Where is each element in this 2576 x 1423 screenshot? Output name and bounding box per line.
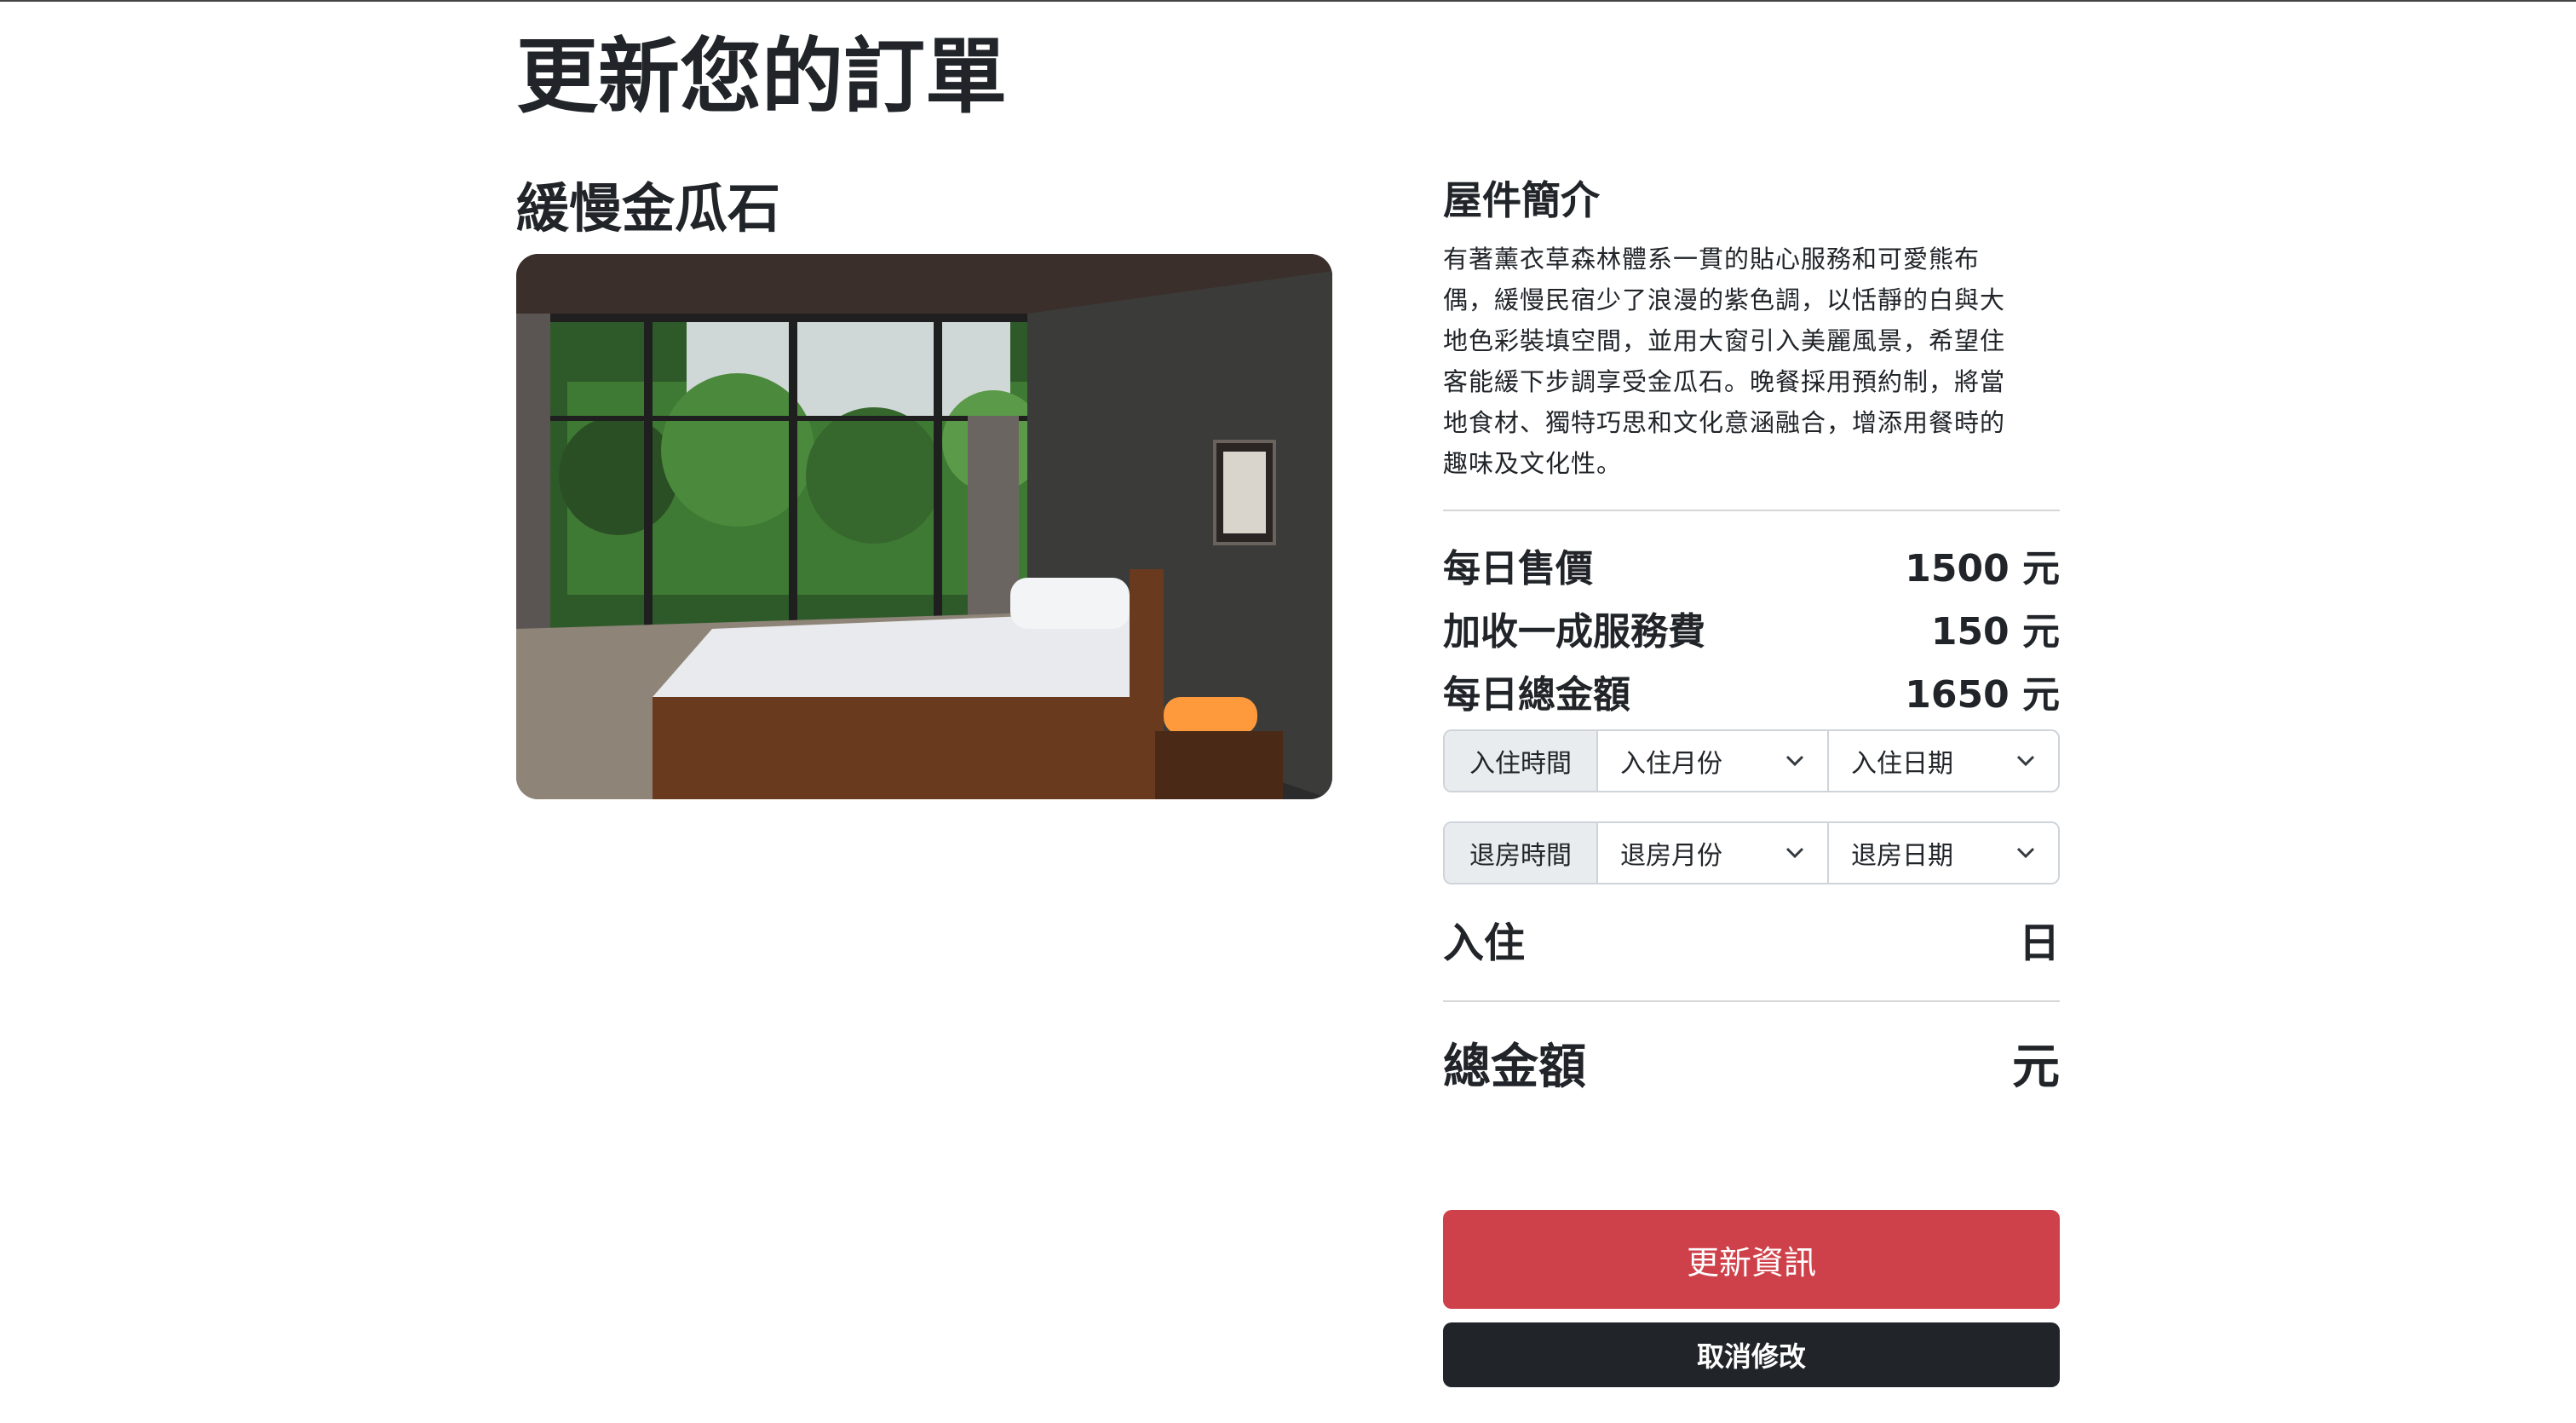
daily-price-label: 每日售價 <box>1443 547 1593 591</box>
chevron-down-icon <box>2015 846 2036 860</box>
checkout-day-select[interactable]: 退房日期 <box>1827 823 2058 883</box>
room-photo <box>516 254 1332 799</box>
chevron-down-icon <box>2015 754 2036 768</box>
checkout-day-value: 退房日期 <box>1851 841 1953 871</box>
intro-title: 屋件簡介 <box>1443 177 1600 223</box>
checkin-input-group: 入住時間 入住月份 入住日期 <box>1443 729 2060 792</box>
chevron-down-icon <box>1785 846 1805 860</box>
daily-total-value: 1650 元 <box>1905 673 2060 717</box>
daily-total-row: 每日總金額 1650 元 <box>1443 661 2060 721</box>
checkin-month-select[interactable]: 入住月份 <box>1598 731 1827 791</box>
service-fee-row: 加收一成服務費 150 元 <box>1443 598 2060 658</box>
checkin-label: 入住時間 <box>1445 731 1598 791</box>
total-unit: 元 <box>2012 1039 2060 1095</box>
intro-line: 地色彩裝填空間，並用大窗引入美麗風景，希望住 <box>1443 326 2006 355</box>
intro-text: 有著薰衣草森林體系一貫的貼心服務和可愛熊布 偶，緩慢民宿少了浪漫的紫色調，以恬靜… <box>1443 239 2060 484</box>
total-row: 總金額 元 <box>1443 1024 2060 1101</box>
service-fee-label: 加收一成服務費 <box>1443 610 1705 654</box>
divider <box>1443 510 2060 511</box>
daily-price-value: 1500 元 <box>1905 547 2060 591</box>
intro-line: 偶，緩慢民宿少了浪漫的紫色調，以恬靜的白與大 <box>1443 285 2006 314</box>
checkout-month-select[interactable]: 退房月份 <box>1598 823 1827 883</box>
top-border <box>0 0 2576 2</box>
stay-days-row: 入住 日 <box>1443 905 2060 973</box>
intro-line: 有著薰衣草森林體系一貫的貼心服務和可愛熊布 <box>1443 245 1981 274</box>
checkout-label: 退房時間 <box>1445 823 1598 883</box>
checkin-day-value: 入住日期 <box>1851 749 1953 779</box>
room-name: 緩慢金瓜石 <box>516 177 781 239</box>
divider <box>1443 1000 2060 1002</box>
stay-unit: 日 <box>2018 919 2060 967</box>
cancel-edit-button[interactable]: 取消修改 <box>1443 1322 2060 1387</box>
intro-line: 趣味及文化性。 <box>1443 449 1623 478</box>
checkin-month-value: 入住月份 <box>1620 749 1722 779</box>
page-title: 更新您的訂單 <box>516 29 1007 124</box>
intro-line: 客能緩下步調享受金瓜石。晚餐採用預約制，將當 <box>1443 367 2006 396</box>
service-fee-value: 150 元 <box>1930 610 2060 654</box>
update-info-button[interactable]: 更新資訊 <box>1443 1210 2060 1309</box>
daily-price-row: 每日售價 1500 元 <box>1443 535 2060 595</box>
daily-total-label: 每日總金額 <box>1443 673 1630 717</box>
total-label: 總金額 <box>1443 1039 1586 1095</box>
stay-label: 入住 <box>1443 919 1526 967</box>
checkin-day-select[interactable]: 入住日期 <box>1827 731 2058 791</box>
chevron-down-icon <box>1785 754 1805 768</box>
checkout-input-group: 退房時間 退房月份 退房日期 <box>1443 821 2060 884</box>
room-photo-illustration <box>516 254 1332 799</box>
intro-line: 地食材、獨特巧思和文化意涵融合，增添用餐時的 <box>1443 408 2006 437</box>
checkout-month-value: 退房月份 <box>1620 841 1722 871</box>
